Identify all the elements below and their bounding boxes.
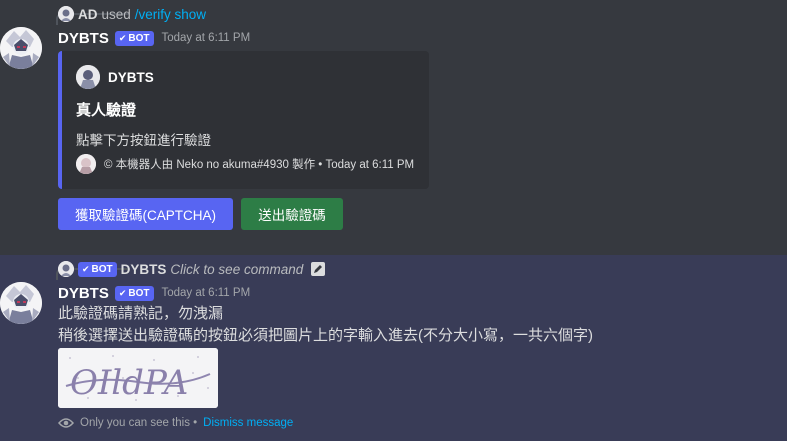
reply-username[interactable]: DYBTS [121, 262, 167, 277]
get-captcha-button[interactable]: 獲取驗證碼(CAPTCHA) [58, 198, 233, 230]
author-name[interactable]: DYBTS [58, 30, 109, 47]
bot-tag-label: BOT [128, 287, 150, 299]
verified-check-icon: ✔ [118, 287, 127, 298]
embed-author: DYBTS [76, 65, 154, 89]
bot-tag-label: BOT [91, 263, 113, 275]
eye-icon [58, 417, 74, 429]
ephemeral-text: Only you can see this • [80, 417, 198, 429]
ephemeral-notice: Only you can see this • Dismiss message [58, 417, 293, 429]
captcha-text: OIldPA [70, 363, 188, 403]
content-line-2: 稍後選擇送出驗證碼的按鈕必須把圖片上的字輸入進去(不分大小寫，一共六個字) [58, 327, 593, 344]
reply-username[interactable]: AD [78, 7, 98, 22]
reply-command[interactable]: /verify show [135, 7, 206, 22]
embed-author-avatar [76, 65, 100, 89]
message-header: DYBTS ✔ BOT Today at 6:11 PM [58, 283, 250, 303]
slash-command-icon [311, 262, 326, 276]
dismiss-message-link[interactable]: Dismiss message [203, 417, 293, 429]
reply-avatar[interactable] [58, 6, 74, 22]
reply-avatar[interactable] [58, 261, 74, 277]
submit-captcha-button[interactable]: 送出驗證碼 [241, 198, 343, 230]
bot-tag: ✔ BOT [114, 30, 154, 46]
reply-preview[interactable]: ✔ BOT DYBTS Click to see command [58, 261, 326, 277]
reply-bot-tag: ✔ BOT [78, 261, 117, 277]
embed-author-name: DYBTS [108, 69, 154, 85]
footer-icon [76, 154, 96, 174]
bot-tag: ✔ BOT [114, 285, 154, 301]
reply-click-hint[interactable]: Click to see command [170, 262, 303, 277]
embed-footer: © 本機器人由 Neko no akuma#4930 製作 • Today at… [76, 154, 414, 174]
message-header: DYBTS ✔ BOT Today at 6:11 PM [58, 28, 250, 48]
timestamp[interactable]: Today at 6:11 PM [162, 287, 251, 299]
author-name[interactable]: DYBTS [58, 285, 109, 302]
action-row: 獲取驗證碼(CAPTCHA) 送出驗證碼 [58, 198, 343, 230]
timestamp[interactable]: Today at 6:11 PM [162, 32, 251, 44]
embed-footer-text: © 本機器人由 Neko no akuma#4930 製作 • Today at… [104, 159, 415, 171]
message-verify-embed: AD used /verify show DYBTS ✔ BOT Today at… [0, 0, 787, 251]
bot-avatar[interactable] [0, 282, 42, 324]
bot-avatar[interactable] [0, 27, 42, 69]
reply-preview[interactable]: AD used /verify show [58, 6, 206, 22]
verified-check-icon: ✔ [118, 32, 127, 43]
message-content: 此驗證碼請熟記，勿洩漏 稍後選擇送出驗證碼的按鈕必須把圖片上的字輸入進去(不分大… [58, 303, 593, 347]
reply-action: used [101, 6, 131, 22]
content-line-1: 此驗證碼請熟記，勿洩漏 [58, 305, 224, 322]
captcha-image[interactable]: OIldPA [58, 348, 218, 408]
embed-description: 點擊下方按鈕進行驗證 [76, 133, 211, 148]
verified-check-icon: ✔ [82, 263, 90, 274]
message-captcha-ephemeral: ✔ BOT DYBTS Click to see command DYBTS ✔ B… [0, 255, 787, 441]
verify-embed: DYBTS 真人驗證 點擊下方按鈕進行驗證 © 本機器人由 Neko no ak… [58, 51, 429, 189]
embed-title: 真人驗證 [76, 102, 137, 119]
bot-tag-label: BOT [128, 32, 150, 44]
